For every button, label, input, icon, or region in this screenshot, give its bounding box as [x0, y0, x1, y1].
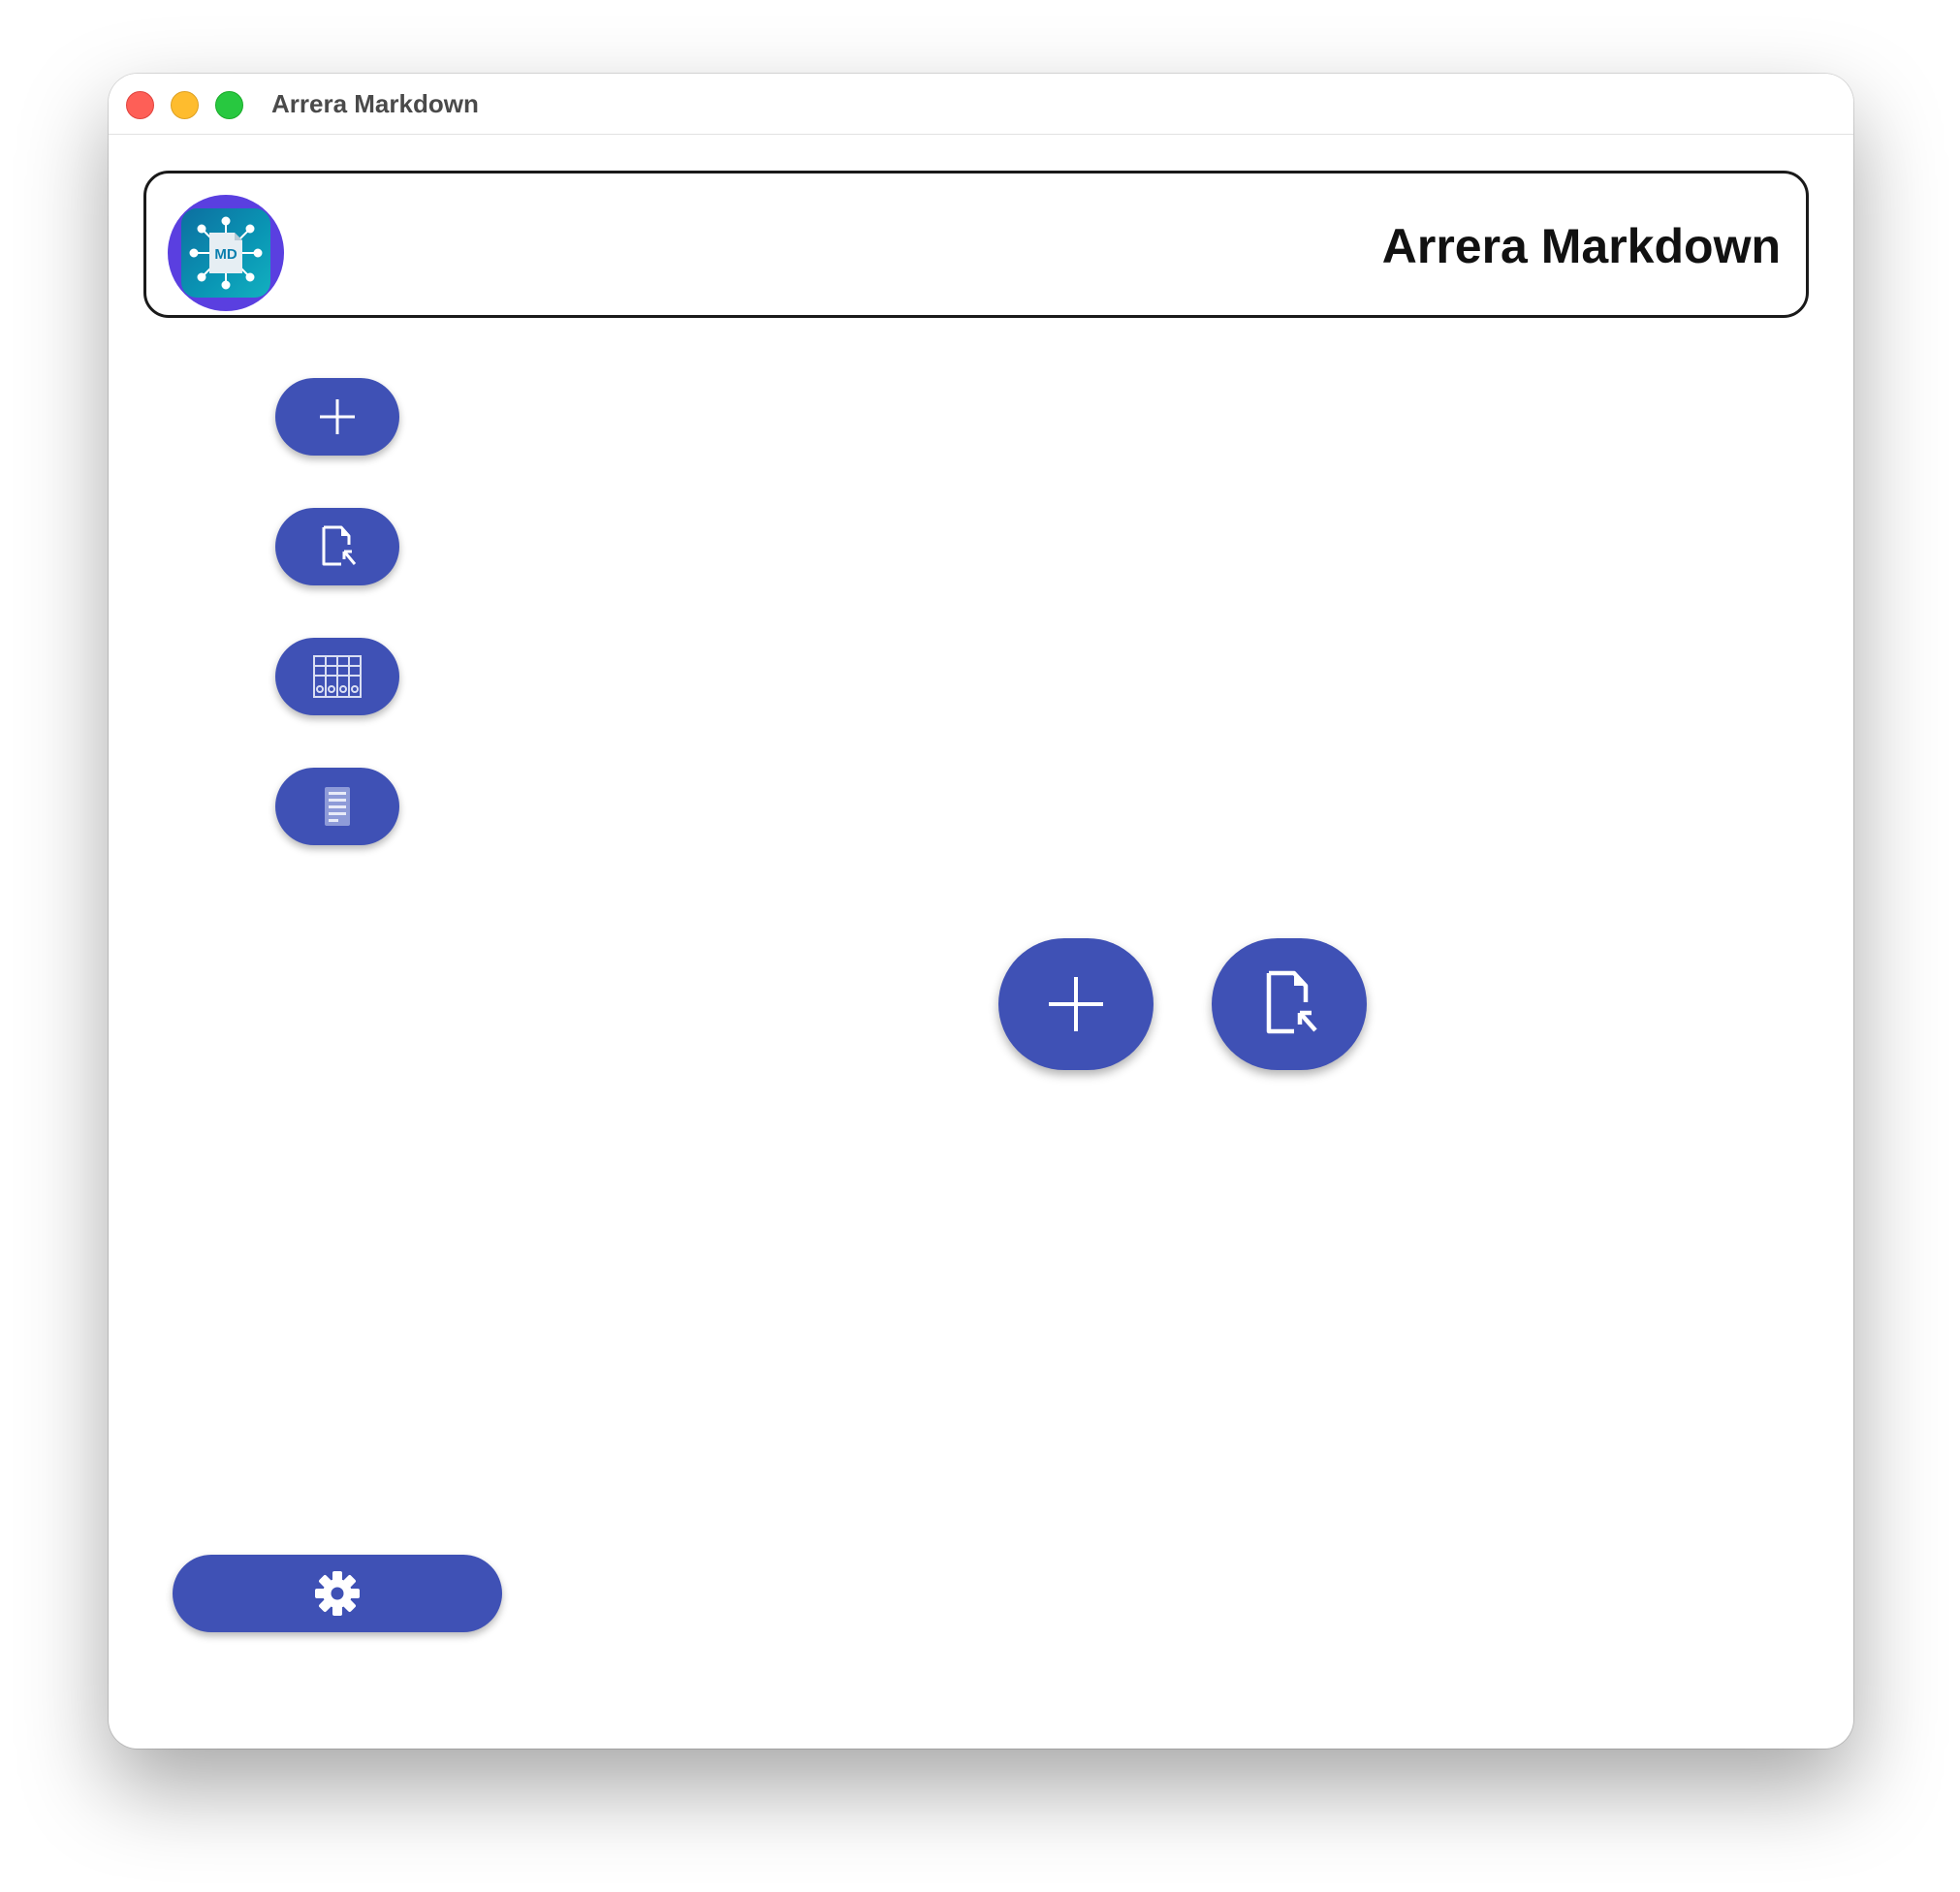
app-window: Arrera Markdown MD Arrera Markdown	[109, 74, 1853, 1749]
logo-label: MD	[214, 246, 237, 263]
app-header: MD Arrera Markdown	[143, 171, 1809, 318]
gear-icon	[315, 1571, 360, 1616]
settings-button[interactable]	[173, 1555, 502, 1632]
library-icon	[313, 655, 362, 698]
plus-icon	[1049, 977, 1103, 1031]
markdown-logo-icon: MD	[181, 208, 270, 298]
maximize-window-button[interactable]	[215, 91, 243, 119]
close-window-button[interactable]	[126, 91, 154, 119]
plus-icon	[320, 399, 355, 434]
main-open-document-button[interactable]	[1212, 938, 1367, 1070]
app-logo: MD	[168, 195, 284, 311]
window-title: Arrera Markdown	[271, 89, 479, 118]
app-heading: Arrera Markdown	[1381, 219, 1781, 273]
minimize-window-button[interactable]	[171, 91, 199, 119]
main-new-document-button[interactable]	[998, 938, 1154, 1070]
open-file-icon	[322, 525, 357, 566]
document-list-icon	[325, 787, 350, 826]
library-button[interactable]	[275, 638, 399, 715]
open-document-button[interactable]	[275, 508, 399, 585]
title-bar[interactable]: Arrera Markdown	[109, 74, 1853, 135]
open-file-icon	[1266, 970, 1317, 1034]
new-document-button[interactable]	[275, 378, 399, 456]
document-list-button[interactable]	[275, 768, 399, 845]
